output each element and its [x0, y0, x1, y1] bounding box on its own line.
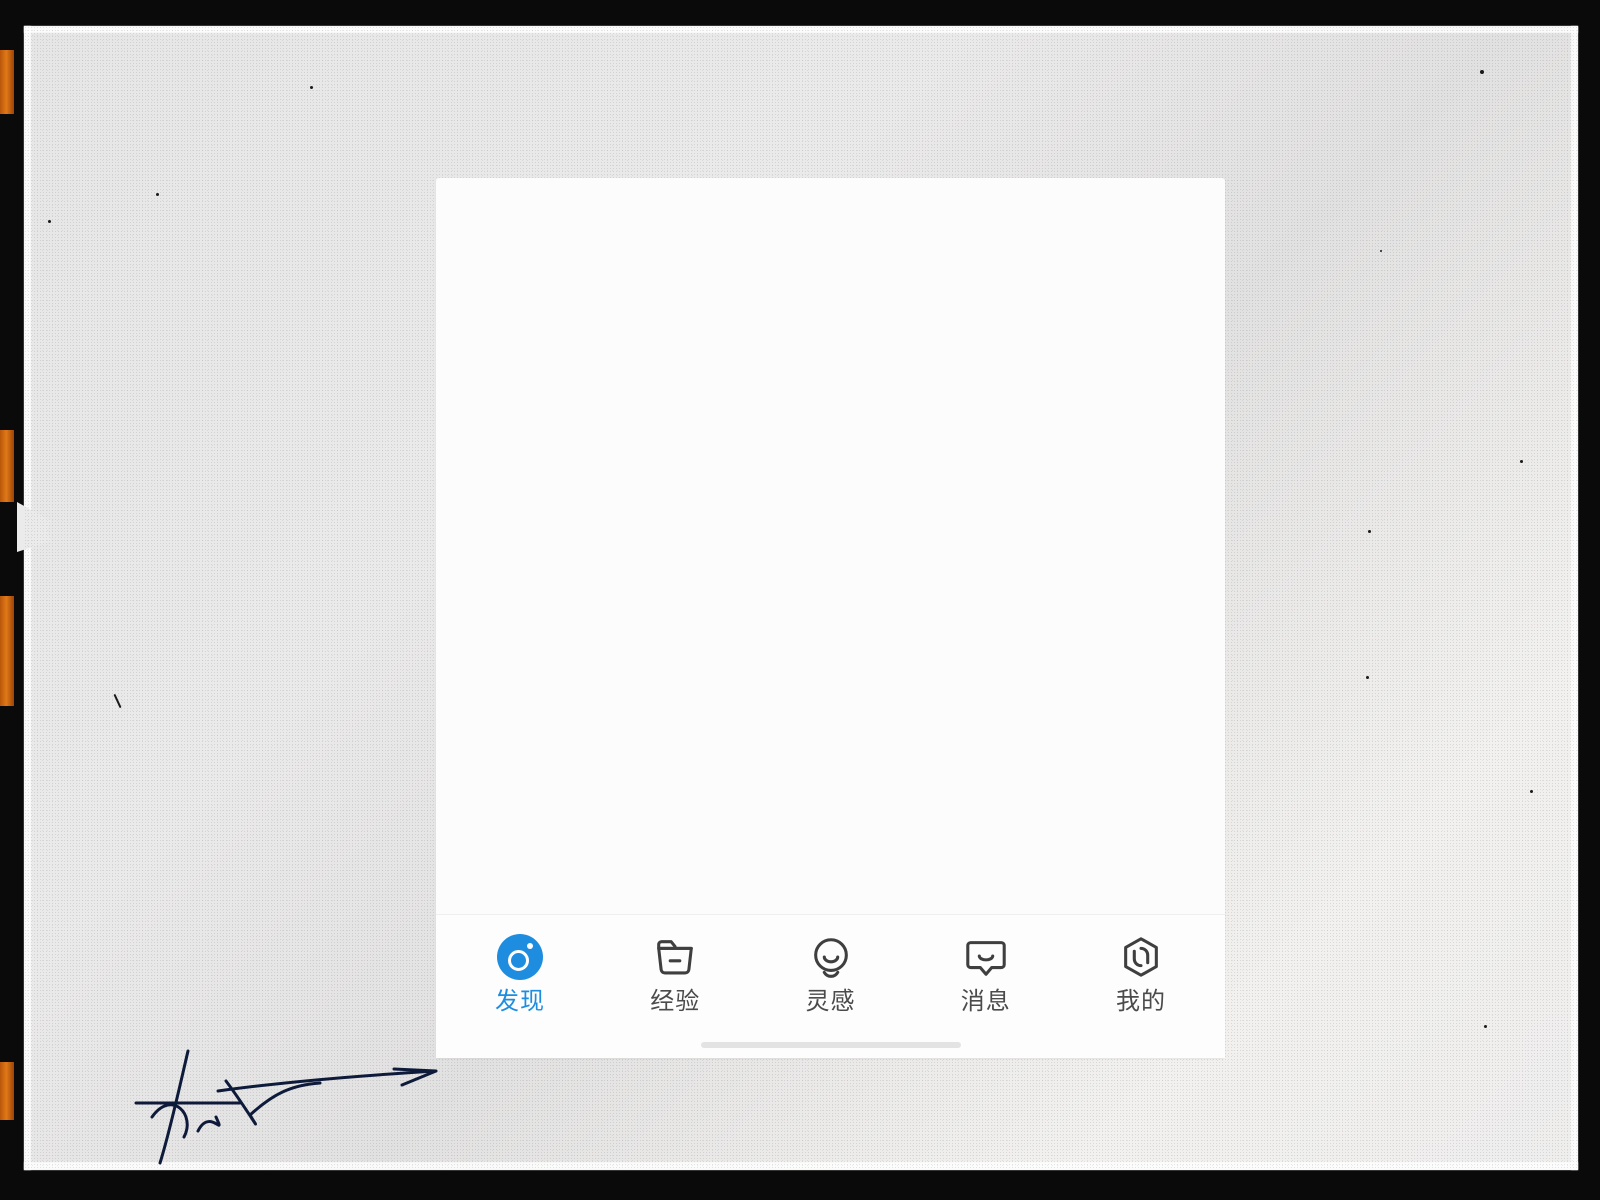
tab-inspiration[interactable]: 灵感 [789, 934, 873, 1014]
dust-speck [156, 193, 159, 196]
tab-label: 我的 [1116, 990, 1166, 1014]
dust-speck [1530, 790, 1533, 793]
paper-inner-edge [1571, 26, 1578, 1170]
film-border-bottom [0, 1170, 1600, 1200]
film-sprocket-mark [0, 50, 14, 114]
discover-icon [497, 934, 543, 980]
tab-experience[interactable]: 经验 [633, 934, 717, 1014]
tab-label: 经验 [650, 990, 700, 1014]
film-sprocket-mark [0, 596, 14, 706]
paper-inner-edge [24, 26, 31, 1170]
tab-label: 发现 [495, 990, 545, 1014]
paper-inner-edge [24, 1162, 1578, 1170]
dust-speck [310, 86, 313, 89]
hex-icon [1118, 934, 1164, 980]
handwritten-signature [130, 1045, 460, 1165]
film-frame: 发现 经验 [0, 0, 1600, 1200]
face-icon [808, 934, 854, 980]
tab-messages[interactable]: 消息 [944, 934, 1028, 1014]
dust-speck [1380, 250, 1382, 252]
app-screen: 发现 经验 [436, 178, 1225, 1058]
bottom-tabbar: 发现 经验 [436, 914, 1225, 1058]
home-indicator [701, 1042, 961, 1048]
dust-scratch [113, 694, 121, 708]
app-content-empty [436, 178, 1225, 914]
film-border-right [1578, 0, 1600, 1200]
tab-label: 消息 [961, 990, 1011, 1014]
message-icon [963, 934, 1009, 980]
film-sprocket-mark [0, 1062, 14, 1120]
tab-discover[interactable]: 发现 [478, 934, 562, 1014]
dust-speck [1480, 70, 1484, 74]
paper-torn-notch [17, 502, 51, 552]
dust-speck [1368, 530, 1371, 533]
paper-inner-edge [24, 26, 1578, 33]
folder-icon [652, 934, 698, 980]
tab-label: 灵感 [806, 990, 856, 1014]
film-sprocket-mark [0, 430, 14, 502]
dust-speck [1484, 1025, 1487, 1028]
dust-speck [1366, 676, 1369, 679]
dust-speck [48, 220, 51, 223]
film-border-top [0, 0, 1600, 26]
tab-mine[interactable]: 我的 [1099, 934, 1183, 1014]
dust-speck [1520, 460, 1523, 463]
